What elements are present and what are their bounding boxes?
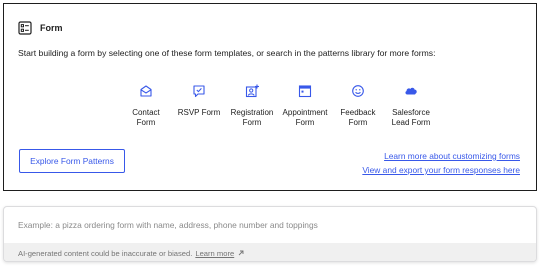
block-title: Form	[40, 23, 63, 33]
template-label: Salesforce Lead Form	[391, 108, 431, 127]
envelope-icon	[139, 84, 153, 98]
view-responses-link[interactable]: View and export your form responses here	[362, 165, 520, 175]
registration-icon	[245, 84, 259, 98]
disclaimer-text: AI-generated content could be inaccurate…	[18, 248, 193, 258]
smiley-icon	[351, 84, 365, 98]
ai-prompt-input[interactable]	[4, 207, 536, 243]
ai-prompt-box: AI-generated content could be inaccurate…	[3, 206, 537, 262]
template-feedback-form[interactable]: Feedback Form	[332, 84, 384, 128]
learn-more-customizing-link[interactable]: Learn more about customizing forms	[384, 151, 520, 161]
template-label: Registration Form	[230, 108, 274, 127]
form-icon	[18, 21, 32, 35]
template-salesforce-lead-form[interactable]: Salesforce Lead Form	[385, 84, 437, 128]
block-instructions: Start building a form by selecting one o…	[18, 48, 436, 58]
template-registration-form[interactable]: Registration Form	[226, 84, 278, 128]
template-label: Appointment Form	[282, 108, 328, 127]
help-links: Learn more about customizing forms View …	[362, 151, 520, 175]
template-appointment-form[interactable]: Appointment Form	[279, 84, 331, 128]
template-label: Contact Form	[132, 108, 160, 127]
template-rsvp-form[interactable]: RSVP Form	[173, 84, 225, 128]
template-list: Contact Form RSVP Form Registration Form…	[120, 84, 437, 128]
calendar-icon	[298, 84, 312, 98]
template-label: RSVP Form	[177, 108, 221, 117]
explore-form-patterns-button[interactable]: Explore Form Patterns	[19, 149, 125, 173]
form-block: Form Start building a form by selecting …	[3, 3, 537, 191]
rsvp-icon	[192, 84, 206, 98]
disclaimer-learn-more-link[interactable]: Learn more	[195, 249, 234, 258]
template-contact-form[interactable]: Contact Form	[120, 84, 172, 128]
salesforce-cloud-icon	[404, 84, 418, 98]
external-link-icon	[237, 249, 245, 257]
ai-disclaimer: AI-generated content could be inaccurate…	[4, 243, 536, 261]
block-header: Form	[18, 20, 63, 36]
template-label: Feedback Form	[340, 108, 376, 127]
